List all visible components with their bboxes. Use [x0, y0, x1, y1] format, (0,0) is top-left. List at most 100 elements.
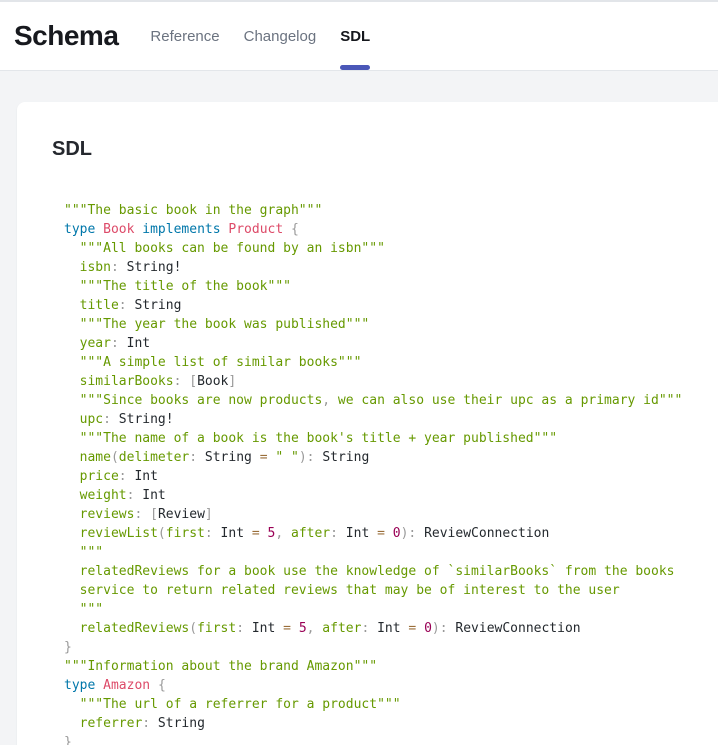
code-token-nm: 0: [424, 621, 432, 636]
code-token-pn: (: [158, 526, 166, 541]
code-line: """The url of a referrer for a product""…: [64, 695, 702, 714]
code-token-pn: :: [440, 621, 448, 636]
code-token-cm: """The url of a referrer for a product""…: [64, 697, 401, 712]
code-token-tx: [142, 507, 150, 522]
code-token-kw: type: [64, 678, 95, 693]
code-line: """The year the book was published""": [64, 315, 702, 334]
code-token-tx: Int: [244, 621, 283, 636]
code-token-tx: ReviewConnection: [416, 526, 549, 541]
code-token-cm: """A simple list of similar books""": [64, 355, 361, 370]
code-token-nm: 0: [393, 526, 401, 541]
code-token-tx: Int: [213, 526, 252, 541]
code-token-pn: (: [111, 450, 119, 465]
code-token-an: reviews: [64, 507, 134, 522]
code-token-an: upc: [64, 412, 103, 427]
code-line: referrer: String: [64, 714, 702, 733]
code-token-op: =: [252, 526, 260, 541]
code-token-pn: :: [142, 716, 150, 731]
code-token-kw: type: [64, 222, 95, 237]
tab-sdl[interactable]: SDL: [340, 2, 370, 70]
code-token-cn: Product: [228, 222, 283, 237]
code-token-tx: String: [127, 298, 182, 313]
code-line: relatedReviews for a book use the knowle…: [64, 562, 702, 581]
code-token-an: relatedReviews: [64, 621, 189, 636]
code-line: name(delimeter: String = " "): String: [64, 448, 702, 467]
code-token-tx: [95, 222, 103, 237]
active-tab-indicator: [340, 65, 370, 70]
code-token-tx: String: [197, 450, 260, 465]
page-content: SDL """The basic book in the graph"""typ…: [0, 71, 718, 745]
code-token-cm: service to return related reviews that m…: [64, 583, 620, 598]
code-token-an: referrer: [64, 716, 142, 731]
code-line: price: Int: [64, 467, 702, 486]
code-token-an: similarBooks: [64, 374, 174, 389]
code-line: relatedReviews(first: Int = 5, after: In…: [64, 619, 702, 638]
code-line: isbn: String!: [64, 258, 702, 277]
code-token-an: after: [314, 621, 361, 636]
code-token-an: after: [283, 526, 330, 541]
code-token-tx: [150, 678, 158, 693]
code-token-cm: """The name of a book is the book's titl…: [64, 431, 557, 446]
tab-sdl-label: SDL: [340, 28, 370, 45]
code-token-an: reviewList: [64, 526, 158, 541]
code-token-an: title: [64, 298, 119, 313]
code-token-op: =: [377, 526, 385, 541]
sdl-code: """The basic book in the graph""" type Bo…: [64, 201, 702, 745]
code-token-tx: [291, 621, 299, 636]
code-token-cm: """: [64, 545, 103, 560]
code-token-tx: Int: [369, 621, 408, 636]
code-token-op: =: [260, 450, 268, 465]
code-token-tx: [385, 526, 393, 541]
code-token-pn: :: [111, 336, 119, 351]
code-token-cm: """All books can be found by an isbn""": [64, 241, 385, 256]
code-token-an: weight: [64, 488, 127, 503]
code-token-cm: """: [64, 602, 103, 617]
code-token-pn: [: [150, 507, 158, 522]
code-line: similarBooks: [Book]: [64, 372, 702, 391]
code-token-pn: :: [307, 450, 315, 465]
code-token-nm: 5: [299, 621, 307, 636]
code-token-tx: ReviewConnection: [448, 621, 581, 636]
code-token-pn: :: [205, 526, 213, 541]
code-token-tx: Int: [119, 336, 150, 351]
code-line: """The basic book in the graph""": [64, 201, 702, 220]
code-token-an: year: [64, 336, 111, 351]
code-line: type Amazon {: [64, 676, 702, 695]
code-token-pn: :: [119, 469, 127, 484]
code-line: """: [64, 543, 702, 562]
tab-reference[interactable]: Reference: [150, 2, 219, 70]
code-token-tx: String: [315, 450, 370, 465]
code-token-pn: :: [189, 450, 197, 465]
code-token-pn: :: [119, 298, 127, 313]
code-token-pn: :: [103, 412, 111, 427]
code-token-tx: [260, 526, 268, 541]
code-token-tx: Review: [158, 507, 205, 522]
code-line: service to return related reviews that m…: [64, 581, 702, 600]
code-token-pn: ]: [205, 507, 213, 522]
code-token-pn: [: [189, 374, 197, 389]
code-line: """The title of the book""": [64, 277, 702, 296]
code-token-an: delimeter: [119, 450, 189, 465]
tab-changelog-label: Changelog: [244, 28, 317, 45]
code-token-op: =: [283, 621, 291, 636]
code-token-pn: ]: [228, 374, 236, 389]
code-line: }: [64, 733, 702, 745]
code-token-tx: [283, 222, 291, 237]
tab-changelog[interactable]: Changelog: [244, 2, 317, 70]
code-token-cm: """The title of the book""": [64, 279, 291, 294]
code-token-tx: Book: [197, 374, 228, 389]
code-token-pn: ): [299, 450, 307, 465]
code-token-cm: """The basic book in the graph""": [64, 203, 322, 218]
code-line: upc: String!: [64, 410, 702, 429]
code-line: type Book implements Product {: [64, 220, 702, 239]
code-token-tx: String!: [119, 260, 182, 275]
code-token-pn: ): [432, 621, 440, 636]
code-token-an: name: [64, 450, 111, 465]
sdl-card: SDL """The basic book in the graph"""typ…: [17, 102, 718, 745]
code-token-cn: Book: [103, 222, 134, 237]
code-token-pn: (: [189, 621, 197, 636]
code-token-cm: """Information about the brand Amazon""": [64, 659, 377, 674]
tab-reference-label: Reference: [150, 28, 219, 45]
code-token-tx: Int: [127, 469, 158, 484]
schema-header: Schema Reference Changelog SDL: [0, 0, 718, 71]
